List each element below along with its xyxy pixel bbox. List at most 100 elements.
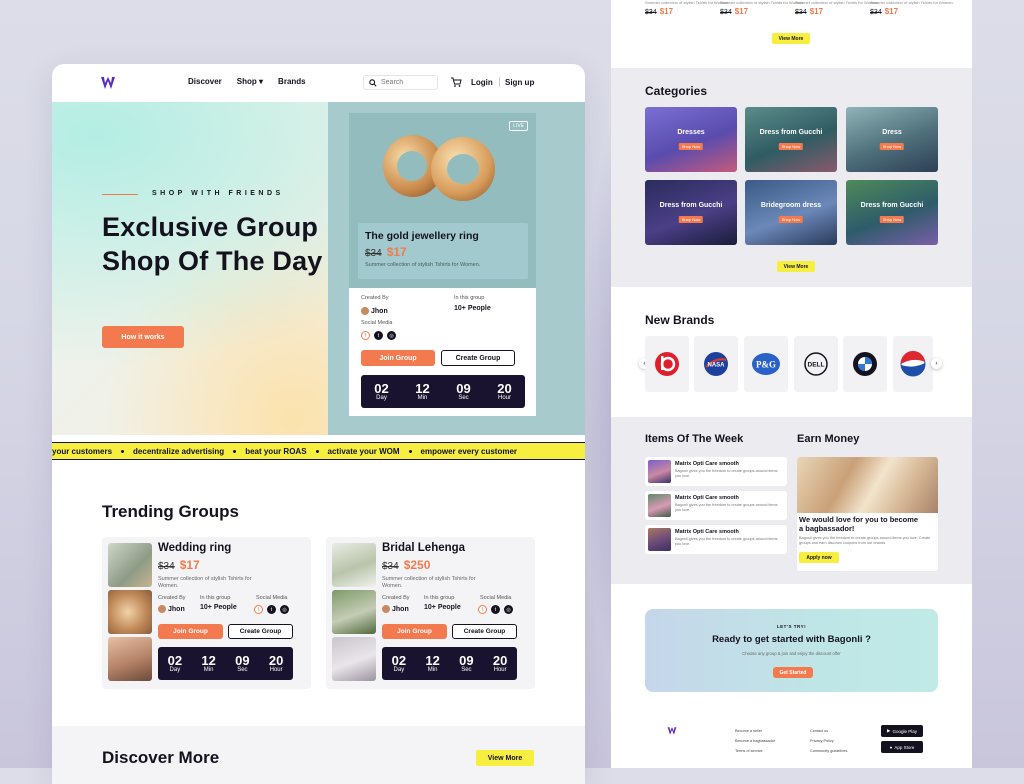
brand-bmw[interactable]	[843, 336, 887, 392]
nav-discover[interactable]: Discover	[188, 77, 222, 86]
signup-link[interactable]: Sign up	[505, 78, 534, 87]
facebook-icon[interactable]: f	[361, 331, 370, 340]
app-store-badge[interactable]: ● App Store	[881, 741, 923, 753]
items-and-earn-section: Items Of The Week Earn Money Matrix Opti…	[611, 417, 972, 584]
group-label: In this group	[424, 595, 455, 601]
countdown-min: 12 Min	[415, 381, 430, 401]
card-old-price: $34	[158, 561, 175, 572]
countdown-timer: 02 Day 12 Min 09 Sec 20 Hour	[158, 647, 293, 680]
join-group-button[interactable]: Join Group	[158, 624, 223, 639]
featured-name: The gold jewellery ring	[365, 230, 479, 242]
brand-pg[interactable]: P&G	[744, 336, 788, 392]
category-tile[interactable]: Dress Shop Now	[846, 107, 938, 172]
view-more-button[interactable]: View More	[476, 750, 534, 766]
ticker-item: your customers	[52, 446, 113, 456]
how-it-works-button[interactable]: How it works	[102, 326, 184, 348]
mini-new-price: $17	[884, 7, 899, 16]
bmw-logo-icon	[853, 352, 877, 376]
google-play-badge[interactable]: ▶ Google Play	[881, 725, 923, 737]
category-label: Dress from Gucchi	[759, 129, 823, 136]
search-icon	[369, 78, 377, 87]
earn-money-card[interactable]: We would love for you to become a bagbas…	[797, 457, 938, 571]
search-input[interactable]	[381, 79, 431, 86]
twitter-icon[interactable]: t	[267, 605, 276, 614]
create-group-button[interactable]: Create Group	[441, 350, 515, 366]
chevron-down-icon: ▾	[259, 77, 264, 86]
instagram-icon[interactable]: ◎	[387, 331, 396, 340]
footer-link[interactable]: Community guidelines	[810, 749, 847, 753]
shop-now-button[interactable]: Shop Now	[678, 143, 704, 150]
apply-now-button[interactable]: Apply now	[799, 552, 839, 563]
card-old-price: $34	[382, 561, 399, 572]
cart-icon[interactable]	[450, 76, 462, 88]
category-label: Dress from Gucchi	[659, 202, 723, 209]
brand-beats[interactable]	[645, 336, 689, 392]
ticker-item: activate your WOM	[327, 446, 400, 456]
shop-now-button[interactable]: Shop Now	[678, 216, 704, 223]
social-label: Social Media	[361, 320, 393, 326]
footer-link[interactable]: Terms of service	[735, 749, 763, 753]
week-item[interactable]: Matrix Opti Care smooth Bagonli gives yo…	[645, 491, 787, 520]
pg-wordmark: P&G	[756, 360, 776, 370]
create-group-button[interactable]: Create Group	[452, 624, 517, 639]
nav-brands[interactable]: Brands	[278, 77, 306, 86]
featured-new-price: $17	[386, 245, 407, 259]
featured-product-card[interactable]: LIVE The gold jewellery ring $34 $17 Sum…	[349, 113, 536, 416]
nav-shop[interactable]: Shop ▾	[237, 77, 263, 86]
item-name: Matrix Opti Care smooth	[675, 495, 739, 501]
brand-pepsi[interactable]	[893, 336, 933, 392]
cta-title: Ready to get started with Bagonli ?	[712, 634, 871, 645]
create-group-button[interactable]: Create Group	[228, 624, 293, 639]
view-more-button[interactable]: View More	[777, 261, 815, 272]
instagram-icon[interactable]: ◎	[280, 605, 289, 614]
countdown-timer: 02 Day 12 Min 09 Sec 20 Hour	[361, 375, 525, 408]
trending-card-bridal-lehenga[interactable]: Bridal Lehenga $34 $250 Summer collectio…	[326, 537, 535, 689]
avatar	[158, 605, 166, 613]
facebook-icon[interactable]: f	[478, 605, 487, 614]
mini-product[interactable]: Summer collection of stylish Tshirts for…	[645, 0, 729, 16]
view-more-button[interactable]: View More	[772, 33, 810, 44]
login-link[interactable]: Login	[471, 78, 493, 87]
category-tile[interactable]: Dresses Shop Now	[645, 107, 737, 172]
categories-section: Categories Dresses Shop Now Dress from G…	[611, 68, 972, 287]
footer-link[interactable]: Contact us	[810, 729, 828, 733]
shop-now-button[interactable]: Shop Now	[879, 216, 905, 223]
twitter-icon[interactable]: t	[491, 605, 500, 614]
mini-product[interactable]: Summer collection of stylish Tshirts for…	[870, 0, 954, 16]
join-group-button[interactable]: Join Group	[382, 624, 447, 639]
chevron-right-icon[interactable]: ›	[931, 358, 942, 369]
category-tile[interactable]: Bridegroom dress Shop Now	[745, 180, 837, 245]
mini-product[interactable]: Summer collection of stylish Tshirts for…	[795, 0, 879, 16]
category-tile[interactable]: Dress from Gucchi Shop Now	[745, 107, 837, 172]
footer-link[interactable]: Become a seller	[735, 729, 762, 733]
search-box[interactable]	[363, 75, 438, 90]
items-of-week-title: Items Of The Week	[645, 433, 744, 445]
instagram-icon[interactable]: ◎	[504, 605, 513, 614]
footer-logo[interactable]	[667, 726, 677, 736]
social-links: f t ◎	[478, 605, 513, 614]
get-started-button[interactable]: Get Started	[773, 667, 813, 678]
ticker-item: beat your ROAS	[245, 446, 307, 456]
brand-logo[interactable]	[100, 75, 116, 91]
shop-now-button[interactable]: Shop Now	[879, 143, 905, 150]
week-item[interactable]: Matrix Opti Care smooth Bagonli gives yo…	[645, 525, 787, 554]
group-label: In this group	[200, 595, 231, 601]
facebook-icon[interactable]: f	[254, 605, 263, 614]
footer-link[interactable]: Become a bagbassador	[735, 739, 775, 743]
apple-icon: ●	[889, 744, 893, 750]
category-tile[interactable]: Dress from Gucchi Shop Now	[645, 180, 737, 245]
brand-dell[interactable]: DELL	[794, 336, 838, 392]
shop-now-button[interactable]: Shop Now	[778, 216, 804, 223]
main-page: Discover Shop ▾ Brands Login Sign up SHO…	[52, 64, 585, 784]
trending-card-wedding-ring[interactable]: Wedding ring $34 $17 Summer collection o…	[102, 537, 311, 689]
twitter-icon[interactable]: t	[374, 331, 383, 340]
footer-link[interactable]: Privacy Policy	[810, 739, 834, 743]
play-icon: ▶	[887, 728, 891, 733]
category-tile[interactable]: Dress from Gucchi Shop Now	[846, 180, 938, 245]
join-group-button[interactable]: Join Group	[361, 350, 435, 366]
shop-now-button[interactable]: Shop Now	[778, 143, 804, 150]
brand-nasa[interactable]: NASA	[694, 336, 738, 392]
week-item[interactable]: Matrix Opti Care smooth Bagonli gives yo…	[645, 457, 787, 486]
social-links: f t ◎	[361, 331, 396, 340]
mini-product[interactable]: Summer collection of stylish Tshirts for…	[720, 0, 804, 16]
